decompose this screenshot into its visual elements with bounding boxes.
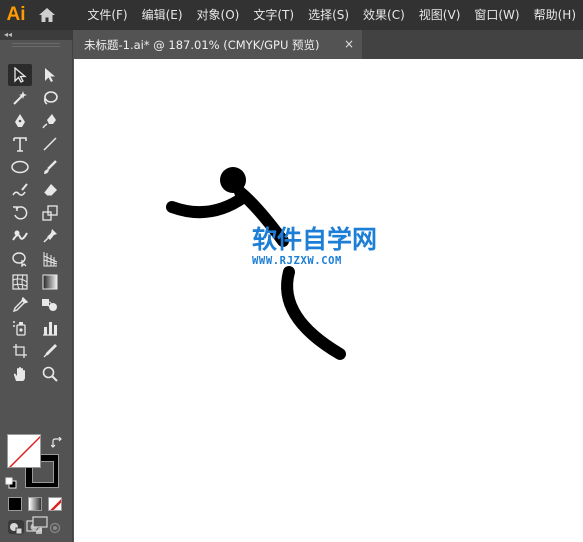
- mesh-tool-icon[interactable]: [8, 271, 32, 293]
- eyedropper-tool-icon[interactable]: [8, 294, 32, 316]
- paintbrush-tool-icon[interactable]: [38, 156, 62, 178]
- hand-tool-icon[interactable]: [8, 363, 32, 385]
- blend-tool-icon[interactable]: [38, 294, 62, 316]
- menu-items: 文件(F) 编辑(E) 对象(O) 文字(T) 选择(S) 效果(C) 视图(V…: [80, 0, 583, 30]
- type-tool-icon[interactable]: [8, 133, 32, 155]
- menu-bar: Ai 文件(F) 编辑(E) 对象(O) 文字(T) 选择(S) 效果(C) 视…: [0, 0, 583, 30]
- artwork: [166, 167, 346, 360]
- lasso-tool-icon[interactable]: [38, 87, 62, 109]
- curvature-tool-icon[interactable]: [38, 110, 62, 132]
- menu-type[interactable]: 文字(T): [246, 0, 301, 30]
- screen-mode-icon[interactable]: [24, 514, 50, 534]
- tools-panel: ◂◂: [0, 30, 73, 542]
- menu-view[interactable]: 视图(V): [412, 0, 468, 30]
- zoom-tool-icon[interactable]: [38, 363, 62, 385]
- selection-tool-icon[interactable]: [8, 64, 32, 86]
- gradient-mode-button[interactable]: [28, 497, 42, 511]
- perspective-grid-tool-icon[interactable]: [38, 248, 62, 270]
- scale-tool-icon[interactable]: [38, 202, 62, 224]
- watermark: 软件自学网 WWW.RJZXW.COM: [252, 225, 402, 267]
- artboard-tool-icon[interactable]: [8, 340, 32, 362]
- tools-panel-header: ◂◂: [0, 30, 73, 40]
- fill-stroke-controls: [5, 434, 67, 492]
- symbol-sprayer-tool-icon[interactable]: [8, 317, 32, 339]
- color-mode-button[interactable]: [8, 497, 22, 511]
- eraser-tool-icon[interactable]: [38, 179, 62, 201]
- magic-wand-tool-icon[interactable]: [8, 87, 32, 109]
- slice-tool-icon[interactable]: [38, 340, 62, 362]
- swap-fill-stroke-icon[interactable]: [50, 434, 63, 453]
- document-tab-bar: 未标题-1.ai* @ 187.01% (CMYK/GPU 预览) ×: [74, 30, 583, 59]
- rotate-tool-icon[interactable]: [8, 202, 32, 224]
- line-segment-tool-icon[interactable]: [38, 133, 62, 155]
- shaper-tool-icon[interactable]: [8, 179, 32, 201]
- fill-swatch[interactable]: [7, 434, 41, 468]
- menu-window[interactable]: 窗口(W): [467, 0, 526, 30]
- menu-effect[interactable]: 效果(C): [356, 0, 412, 30]
- width-tool-icon[interactable]: [8, 225, 32, 247]
- document-tab-title: 未标题-1.ai* @ 187.01% (CMYK/GPU 预览): [84, 37, 320, 52]
- default-fill-stroke-icon[interactable]: [5, 474, 17, 493]
- draw-inside-icon[interactable]: [48, 520, 64, 534]
- puppet-warp-tool-icon[interactable]: [38, 225, 62, 247]
- menu-edit[interactable]: 编辑(E): [135, 0, 190, 30]
- home-icon[interactable]: [32, 0, 62, 30]
- direct-selection-tool-icon[interactable]: [38, 64, 62, 86]
- menu-select[interactable]: 选择(S): [301, 0, 356, 30]
- draw-normal-icon[interactable]: [8, 520, 24, 535]
- panel-grip[interactable]: [12, 43, 60, 47]
- figure-arm: [166, 191, 250, 219]
- watermark-title: 软件自学网: [252, 225, 378, 254]
- pen-tool-icon[interactable]: [8, 110, 32, 132]
- app-logo[interactable]: Ai: [0, 0, 32, 30]
- column-graph-tool-icon[interactable]: [38, 317, 62, 339]
- gradient-tool-icon[interactable]: [38, 271, 62, 293]
- document-tab[interactable]: 未标题-1.ai* @ 187.01% (CMYK/GPU 预览) ×: [74, 30, 362, 59]
- ellipse-tool-icon[interactable]: [8, 156, 32, 178]
- menu-help[interactable]: 帮助(H): [527, 0, 583, 30]
- artboard-canvas[interactable]: 软件自学网 WWW.RJZXW.COM: [74, 59, 583, 542]
- menu-object[interactable]: 对象(O): [190, 0, 247, 30]
- collapse-panel-icon[interactable]: ◂◂: [4, 30, 12, 40]
- shape-builder-tool-icon[interactable]: [8, 248, 32, 270]
- menu-file[interactable]: 文件(F): [80, 0, 134, 30]
- close-tab-icon[interactable]: ×: [344, 37, 354, 51]
- none-mode-button[interactable]: [48, 497, 62, 511]
- figure-leg: [281, 266, 346, 360]
- watermark-url: WWW.RJZXW.COM: [252, 255, 342, 267]
